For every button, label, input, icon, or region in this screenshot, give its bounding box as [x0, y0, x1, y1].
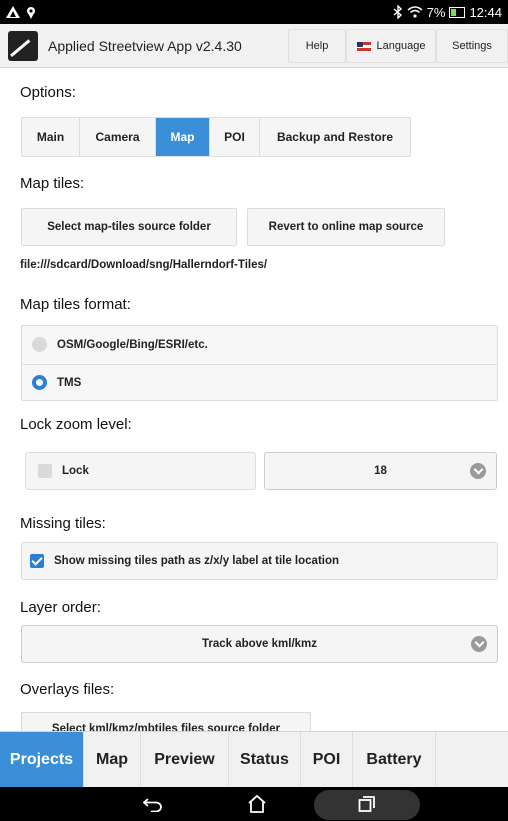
language-label: Language — [376, 40, 426, 52]
tiles-format-radio-group: OSM/Google/Bing/ESRI/etc. TMS — [21, 325, 498, 401]
layer-order-title: Layer order: — [20, 599, 101, 616]
tab-poi[interactable]: POI — [210, 118, 260, 156]
battery-percent: 7% — [426, 4, 446, 20]
radio-selected-icon — [32, 375, 47, 391]
app-logo-icon — [8, 30, 38, 61]
lock-label: Lock — [62, 465, 89, 477]
navigation-bar — [0, 787, 508, 821]
revert-online-source-button[interactable]: Revert to online map source — [247, 208, 445, 246]
battery-icon — [449, 6, 466, 18]
lock-zoom-title: Lock zoom level: — [20, 416, 132, 433]
radio-osm-label: OSM/Google/Bing/ESRI/etc. — [57, 338, 208, 351]
overlays-title: Overlays files: — [20, 681, 115, 698]
bluetooth-icon — [393, 5, 403, 19]
show-missing-tiles-checkbox[interactable]: Show missing tiles path as z/x/y label a… — [21, 542, 498, 580]
select-map-tiles-folder-button[interactable]: Select map-tiles source folder — [21, 208, 237, 246]
app-title: Applied Streetview App v2.4.30 — [48, 37, 242, 54]
map-tiles-title: Map tiles: — [20, 175, 85, 192]
zoom-level-value: 18 — [374, 465, 387, 477]
options-title: Options: — [20, 84, 76, 101]
lock-zoom-checkbox[interactable]: Lock — [25, 452, 256, 490]
status-bar: 7% 12:44 — [0, 0, 508, 24]
home-icon[interactable] — [232, 787, 282, 821]
back-icon[interactable] — [128, 787, 178, 821]
tiles-format-title: Map tiles format: — [20, 296, 131, 313]
chevron-down-icon — [470, 463, 486, 479]
zoom-level-select[interactable]: 18 — [264, 452, 497, 490]
bottom-tab-status[interactable]: Status — [229, 732, 301, 787]
radio-tms-label: TMS — [57, 376, 82, 389]
map-tiles-path: file:///sdcard/Download/sng/Hallerndorf-… — [20, 259, 268, 271]
wifi-icon — [407, 6, 423, 18]
checkbox-checked-icon — [30, 554, 44, 568]
location-icon — [26, 6, 36, 19]
recent-apps-icon[interactable] — [342, 787, 392, 821]
bottom-tab-map[interactable]: Map — [84, 732, 141, 787]
bottom-tab-projects[interactable]: Projects — [0, 732, 84, 787]
tab-camera[interactable]: Camera — [80, 118, 156, 156]
tab-map[interactable]: Map — [156, 118, 210, 156]
layer-order-value: Track above kml/kmz — [201, 638, 318, 650]
settings-button[interactable]: Settings — [436, 29, 508, 63]
language-button[interactable]: Language — [346, 29, 436, 63]
options-tabs: Main Camera Map POI Backup and Restore — [21, 117, 411, 157]
bottom-tab-bar: Projects Map Preview Status POI Battery — [0, 731, 508, 787]
layer-order-select[interactable]: Track above kml/kmz — [21, 625, 498, 663]
app-header: Applied Streetview App v2.4.30 Help Lang… — [0, 24, 508, 68]
checkbox-unchecked-icon — [38, 464, 52, 478]
radio-unselected-icon — [32, 337, 47, 353]
clock: 12:44 — [469, 4, 502, 20]
missing-tiles-title: Missing tiles: — [20, 515, 106, 532]
tab-backup-restore[interactable]: Backup and Restore — [260, 118, 410, 156]
us-flag-icon — [356, 41, 371, 51]
radio-tms[interactable]: TMS — [22, 363, 497, 402]
notification-icon — [6, 6, 20, 18]
chevron-down-icon — [471, 636, 487, 652]
tab-main[interactable]: Main — [22, 118, 80, 156]
radio-osm[interactable]: OSM/Google/Bing/ESRI/etc. — [22, 326, 497, 364]
bottom-tab-preview[interactable]: Preview — [141, 732, 229, 787]
bottom-tab-battery[interactable]: Battery — [353, 732, 436, 787]
show-missing-tiles-label: Show missing tiles path as z/x/y label a… — [54, 555, 340, 567]
bottom-tab-poi[interactable]: POI — [301, 732, 353, 787]
help-button[interactable]: Help — [288, 29, 346, 63]
